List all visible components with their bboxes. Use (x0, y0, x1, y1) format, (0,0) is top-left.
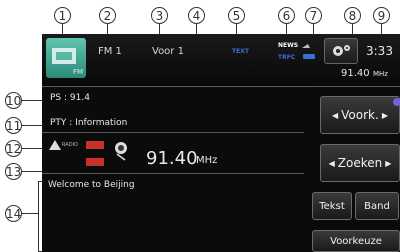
callout-7: 7 (305, 7, 322, 24)
radio-screen: FM FM 1 Voor 1 TEXT NEWS TRFC 3:33 91.40… (42, 34, 400, 252)
text-indicator: TEXT (232, 48, 249, 55)
callout-5: 5 (228, 7, 245, 24)
signal-strength-bar (86, 141, 104, 149)
text-button[interactable]: Tekst (312, 192, 352, 220)
band-indicator: FM 1 (98, 46, 122, 57)
callout-8: 8 (344, 7, 361, 24)
band-button[interactable]: Band (355, 192, 399, 220)
top-frequency-unit: MHz (373, 70, 388, 78)
seek-right-icon: ▶ (381, 110, 388, 120)
callout-9: 9 (373, 7, 390, 24)
callout-11: 11 (5, 117, 22, 134)
search-right-icon: ▶ (385, 158, 392, 168)
trfc-indicator: TRFC (278, 54, 296, 61)
source-label: FM (73, 68, 84, 76)
callout-12: 12 (5, 140, 22, 157)
traffic-icon (302, 44, 315, 59)
seek-left-icon: ◀ (332, 110, 339, 120)
callout-14: 14 (5, 205, 22, 222)
callout-2: 2 (99, 7, 116, 24)
top-frequency-value: 91.40 (341, 68, 370, 79)
seek-button[interactable]: ◀ Voork. ▶ (320, 96, 400, 134)
main-frequency-unit: MHz (196, 155, 218, 166)
leader-line (22, 213, 38, 214)
ps-name: PS : 91.4 (50, 93, 90, 103)
main-frequency-value: 91.40 (146, 148, 198, 169)
callout-10: 10 (5, 92, 22, 109)
seek-button-label: Voork. (341, 108, 379, 122)
signal-strength-bar (86, 158, 104, 166)
gear-icon (333, 45, 350, 56)
divider (42, 132, 304, 133)
callout-1: 1 (54, 7, 71, 24)
check-icon (393, 98, 400, 106)
preset-button[interactable]: Voorkeuze (312, 230, 400, 252)
callout-3: 3 (151, 7, 168, 24)
divider (42, 173, 304, 174)
news-indicator: NEWS (278, 42, 299, 49)
info-panel (42, 86, 312, 252)
clock: 3:33 (366, 44, 393, 58)
source-icon[interactable]: FM (46, 38, 86, 78)
divider (42, 86, 400, 87)
callout-13: 13 (5, 163, 22, 180)
radio-text: Welcome to Beijing (48, 180, 135, 190)
leader-line (38, 181, 39, 252)
play-arrow-icon (49, 140, 61, 150)
satellite-dish-icon (115, 142, 127, 161)
preset-indicator: Voor 1 (152, 46, 184, 57)
radio-label: RADIO (62, 142, 78, 148)
search-left-icon: ◀ (328, 158, 335, 168)
settings-button[interactable] (324, 38, 358, 64)
callout-6: 6 (278, 7, 295, 24)
pty-info: PTY : Information (50, 118, 128, 128)
search-button-label: Zoeken (337, 156, 383, 170)
search-button[interactable]: ◀ Zoeken ▶ (320, 144, 400, 182)
callout-4: 4 (188, 7, 205, 24)
